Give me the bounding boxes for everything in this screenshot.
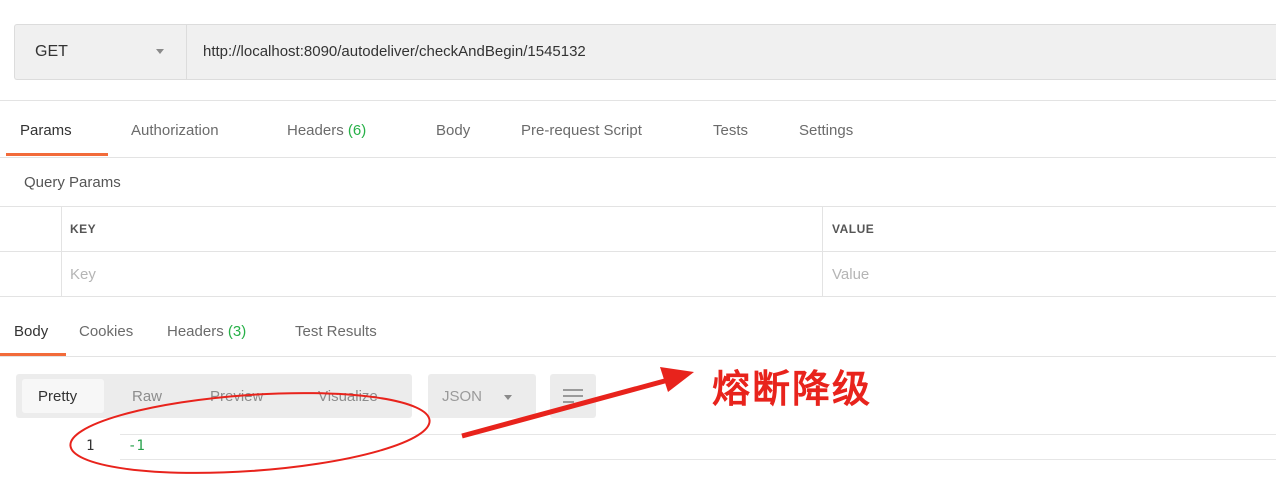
request-bar: GET http://localhost:8090/autodeliver/ch… (14, 24, 1276, 80)
key-column-header: KEY (70, 222, 97, 236)
response-tab-cookies[interactable]: Cookies (79, 323, 133, 340)
tab-label: Headers (167, 323, 224, 340)
divider (0, 356, 1276, 357)
tab-label: Params (20, 122, 72, 139)
tab-label: Cookies (79, 323, 134, 340)
tab-label: Pre-request Script (521, 122, 642, 139)
annotation-label: 熔断降级 (712, 367, 873, 411)
wrap-lines-icon (563, 389, 583, 403)
tab-body[interactable]: Body (436, 122, 470, 139)
response-tab-body[interactable]: Body (14, 323, 48, 340)
key-input[interactable]: Key (70, 266, 96, 283)
tab-authorization[interactable]: Authorization (131, 122, 219, 139)
value-input[interactable]: Value (832, 266, 869, 283)
annotation-arrow-head (660, 367, 694, 392)
tab-label: Settings (799, 122, 854, 139)
tab-label: Body (14, 323, 49, 340)
response-tab-headers[interactable]: Headers (3) (167, 323, 246, 340)
view-pretty-button[interactable]: Pretty (38, 388, 77, 405)
method-label: GET (35, 43, 68, 60)
divider (0, 100, 1276, 101)
value-column-header: VALUE (832, 222, 875, 236)
response-body-editor[interactable] (120, 434, 1276, 460)
tab-label: Body (436, 122, 471, 139)
tab-label: Tests (713, 122, 749, 139)
tab-label: Authorization (131, 122, 219, 139)
tab-tests[interactable]: Tests (713, 122, 748, 139)
tab-params[interactable]: Params (20, 122, 72, 139)
view-raw-button[interactable]: Raw (132, 388, 162, 405)
method-select[interactable]: GET (15, 25, 187, 79)
divider (0, 157, 1276, 158)
format-label: JSON (442, 388, 483, 405)
response-headers-count-badge: (3) (227, 323, 247, 340)
response-value: -1 (128, 438, 145, 454)
headers-count-badge: (6) (347, 122, 367, 139)
line-number: 1 (86, 438, 95, 454)
url-input[interactable]: http://localhost:8090/autodeliver/checkA… (203, 43, 586, 60)
chevron-down-icon (504, 395, 512, 400)
response-tab-test-results[interactable]: Test Results (295, 323, 377, 340)
query-params-title: Query Params (24, 174, 121, 191)
wrap-lines-button[interactable] (550, 374, 596, 418)
tab-label: Test Results (295, 323, 377, 340)
tab-settings[interactable]: Settings (799, 122, 853, 139)
divider (0, 206, 1276, 207)
tab-pre-request-script[interactable]: Pre-request Script (521, 122, 642, 139)
divider (0, 251, 1276, 252)
view-preview-button[interactable]: Preview (210, 388, 263, 405)
divider (0, 296, 1276, 297)
active-tab-indicator (6, 153, 108, 156)
view-visualize-button[interactable]: Visualize (318, 388, 378, 405)
chevron-down-icon (156, 49, 164, 54)
tab-headers[interactable]: Headers (6) (287, 122, 366, 139)
tab-label: Headers (287, 122, 344, 139)
